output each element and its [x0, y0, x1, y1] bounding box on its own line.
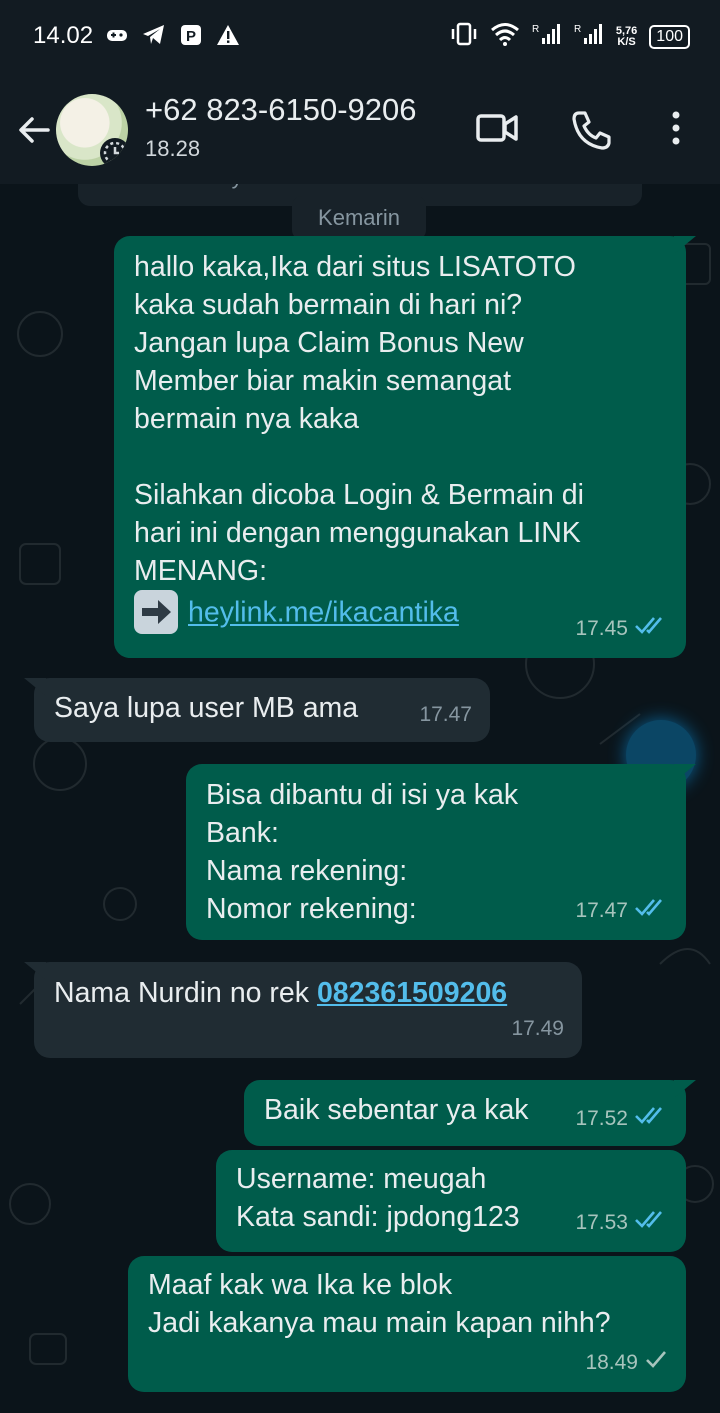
message-line: Username: meugah — [236, 1163, 487, 1195]
heylink-link[interactable]: heylink.me/ikacantika — [188, 597, 459, 629]
message-outgoing[interactable]: hallo kaka,Ika dari situs LISATOTO kaka … — [114, 236, 696, 658]
message-time: 17.47 — [575, 899, 628, 922]
phone-number-link[interactable]: 082361509206 — [317, 977, 507, 1009]
message-meta: 17.49 — [511, 1010, 564, 1048]
game-controller-icon — [106, 27, 128, 48]
message-text: Nama Nurdin no rek — [54, 977, 317, 1009]
double-check-read-icon — [634, 892, 668, 930]
message-text: Saya lupa user MB ama — [54, 692, 359, 724]
network-speed: 5,76 K/S — [616, 25, 637, 48]
notification-icons: P — [106, 24, 240, 51]
right-arrow-emoji-icon — [134, 590, 178, 634]
message-line: Member biar makin semangat — [134, 365, 511, 397]
message-line: Silahkan dicoba Login & Bermain di — [134, 479, 584, 511]
message-line: bermain nya kaka — [134, 403, 359, 435]
network-speed-unit: K/S — [617, 35, 636, 48]
message-time: 17.52 — [575, 1107, 628, 1130]
signal-r2-icon: R — [574, 22, 604, 51]
message-outgoing[interactable]: Username: meugah Kata sandi: jpdong123 1… — [216, 1150, 686, 1252]
parking-app-icon: P — [180, 24, 202, 51]
message-outgoing[interactable]: Maaf kak wa Ika ke blok Jadi kakanya mau… — [128, 1256, 686, 1392]
message-time: 17.49 — [511, 1017, 564, 1040]
message-line: hari ini dengan menggunakan LINK — [134, 517, 581, 549]
message-incoming[interactable]: Nama Nurdin no rek 082361509206 17.49 — [24, 962, 582, 1058]
system-icons: R R 5,76 K/S 100 — [450, 22, 690, 51]
message-line: MENANG: — [134, 555, 268, 587]
message-line: Nama rekening: — [206, 855, 408, 887]
telegram-icon — [142, 24, 166, 51]
message-meta: 17.45 — [575, 610, 668, 648]
message-line: Jangan lupa Claim Bonus New — [134, 327, 524, 359]
status-ring-icon — [100, 138, 128, 166]
single-check-sent-icon — [644, 1344, 668, 1382]
message-meta: 18.49 — [585, 1344, 668, 1382]
last-seen: 18.28 — [145, 136, 201, 161]
message-line: hallo kaka,Ika dari situs LISATOTO — [134, 251, 576, 283]
svg-text:R: R — [574, 24, 581, 35]
wifi-icon — [490, 22, 520, 51]
voice-call-icon[interactable] — [570, 108, 614, 157]
signal-r-icon: R — [532, 22, 562, 51]
more-options-icon[interactable] — [666, 108, 686, 153]
double-check-read-icon — [634, 610, 668, 648]
message-line: Bank: — [206, 817, 279, 849]
double-check-read-icon — [634, 1204, 668, 1242]
message-time: 17.53 — [575, 1211, 628, 1234]
message-line: kaka sudah bermain di hari ni? — [134, 289, 523, 321]
chat-area[interactable]: menyetel timer sendiri Anda sendiri Kema… — [0, 184, 720, 1413]
message-time: 18.49 — [585, 1351, 638, 1374]
avatar[interactable] — [56, 94, 128, 166]
svg-text:R: R — [532, 24, 539, 35]
message-meta: 17.53 — [575, 1204, 668, 1242]
status-bar: 14.02 P R R 5,76 K/S 100 — [0, 0, 720, 72]
svg-text:P: P — [186, 28, 196, 45]
contact-name[interactable]: +62 823-6150-9206 — [145, 92, 417, 128]
message-meta: 17.47 — [419, 696, 472, 734]
double-check-read-icon — [634, 1100, 668, 1138]
warning-icon — [216, 24, 240, 51]
vibrate-icon — [450, 22, 478, 51]
video-call-icon[interactable] — [474, 108, 520, 153]
battery-level: 100 — [649, 24, 690, 49]
message-outgoing[interactable]: Bisa dibantu di isi ya kak Bank: Nama re… — [186, 764, 696, 940]
message-line — [134, 438, 666, 476]
message-time: 17.47 — [419, 703, 472, 726]
message-time: 17.45 — [575, 617, 628, 640]
message-meta: 17.52 — [575, 1100, 668, 1138]
back-arrow-icon[interactable] — [14, 110, 54, 150]
chat-header: +62 823-6150-9206 18.28 — [0, 72, 720, 184]
message-line: Bisa dibantu di isi ya kak — [206, 779, 519, 811]
message-incoming[interactable]: Saya lupa user MB ama 17.47 — [24, 678, 490, 742]
date-chip: Kemarin — [292, 196, 426, 240]
message-outgoing[interactable]: Baik sebentar ya kak 17.52 — [244, 1080, 696, 1146]
message-line: Jadi kakanya mau main kapan nihh? — [148, 1307, 611, 1339]
status-time: 14.02 — [33, 22, 94, 49]
message-meta: 17.47 — [575, 892, 668, 930]
message-line: Maaf kak wa Ika ke blok — [148, 1269, 453, 1301]
